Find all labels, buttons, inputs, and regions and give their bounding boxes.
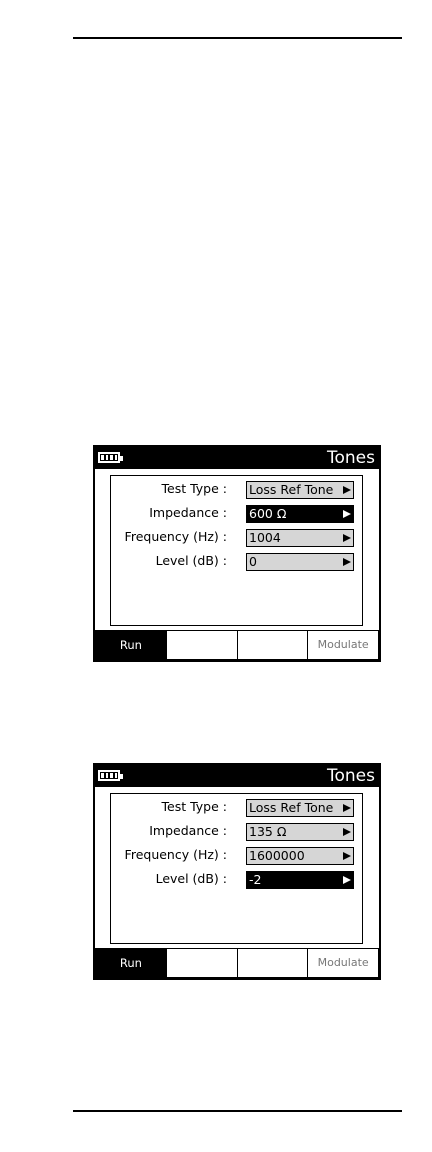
row-impedance: Impedance : 600 Ω	[111, 503, 362, 523]
softkey-2[interactable]	[165, 630, 238, 660]
row-frequency: Frequency (Hz) : 1004	[111, 527, 362, 547]
level-field[interactable]: 0	[246, 553, 354, 571]
impedance-label: Impedance :	[149, 823, 227, 838]
top-rule	[73, 37, 402, 39]
battery-icon	[98, 452, 123, 463]
test-type-value: Loss Ref Tone	[249, 482, 334, 497]
settings-panel: Test Type : Loss Ref Tone Impedance : 60…	[110, 475, 363, 626]
level-label: Level (dB) :	[155, 553, 227, 568]
title-bar: Tones	[95, 447, 379, 469]
device-screen-1: Tones Test Type : Loss Ref Tone Impedanc…	[93, 445, 381, 662]
row-impedance: Impedance : 135 Ω	[111, 821, 362, 841]
softkey-3[interactable]	[236, 948, 309, 978]
softkey-2[interactable]	[165, 948, 238, 978]
impedance-field[interactable]: 600 Ω	[246, 505, 354, 523]
device-screen-2: Tones Test Type : Loss Ref Tone Impedanc…	[93, 763, 381, 980]
right-arrow-icon	[343, 486, 351, 494]
test-type-field[interactable]: Loss Ref Tone	[246, 799, 354, 817]
impedance-label: Impedance :	[149, 505, 227, 520]
softkey-run[interactable]: Run	[95, 948, 167, 978]
right-arrow-icon	[343, 558, 351, 566]
softkey-modulate[interactable]: Modulate	[307, 948, 379, 978]
frequency-field[interactable]: 1600000	[246, 847, 354, 865]
impedance-field[interactable]: 135 Ω	[246, 823, 354, 841]
frequency-value: 1004	[249, 530, 281, 545]
frequency-label: Frequency (Hz) :	[124, 529, 227, 544]
softkey-bar: Run Modulate	[95, 948, 379, 978]
frequency-label: Frequency (Hz) :	[124, 847, 227, 862]
row-level: Level (dB) : 0	[111, 551, 362, 571]
settings-panel: Test Type : Loss Ref Tone Impedance : 13…	[110, 793, 363, 944]
battery-icon	[98, 770, 123, 781]
right-arrow-icon	[343, 804, 351, 812]
frequency-value: 1600000	[249, 848, 305, 863]
row-level: Level (dB) : -2	[111, 869, 362, 889]
screen-title: Tones	[327, 448, 375, 468]
bottom-rule	[73, 1110, 402, 1112]
softkey-3[interactable]	[236, 630, 309, 660]
softkey-bar: Run Modulate	[95, 630, 379, 660]
test-type-value: Loss Ref Tone	[249, 800, 334, 815]
impedance-value: 600 Ω	[249, 506, 287, 521]
title-bar: Tones	[95, 765, 379, 787]
right-arrow-icon	[343, 534, 351, 542]
row-test-type: Test Type : Loss Ref Tone	[111, 479, 362, 499]
softkey-modulate[interactable]: Modulate	[307, 630, 379, 660]
test-type-label: Test Type :	[161, 799, 228, 814]
right-arrow-icon	[343, 852, 351, 860]
level-field[interactable]: -2	[246, 871, 354, 889]
row-test-type: Test Type : Loss Ref Tone	[111, 797, 362, 817]
test-type-field[interactable]: Loss Ref Tone	[246, 481, 354, 499]
row-frequency: Frequency (Hz) : 1600000	[111, 845, 362, 865]
level-label: Level (dB) :	[155, 871, 227, 886]
test-type-label: Test Type :	[161, 481, 228, 496]
right-arrow-icon	[343, 510, 351, 518]
level-value: 0	[249, 554, 257, 569]
screen-title: Tones	[327, 766, 375, 786]
level-value: -2	[249, 872, 262, 887]
right-arrow-icon	[343, 876, 351, 884]
right-arrow-icon	[343, 828, 351, 836]
softkey-run[interactable]: Run	[95, 630, 167, 660]
frequency-field[interactable]: 1004	[246, 529, 354, 547]
impedance-value: 135 Ω	[249, 824, 287, 839]
